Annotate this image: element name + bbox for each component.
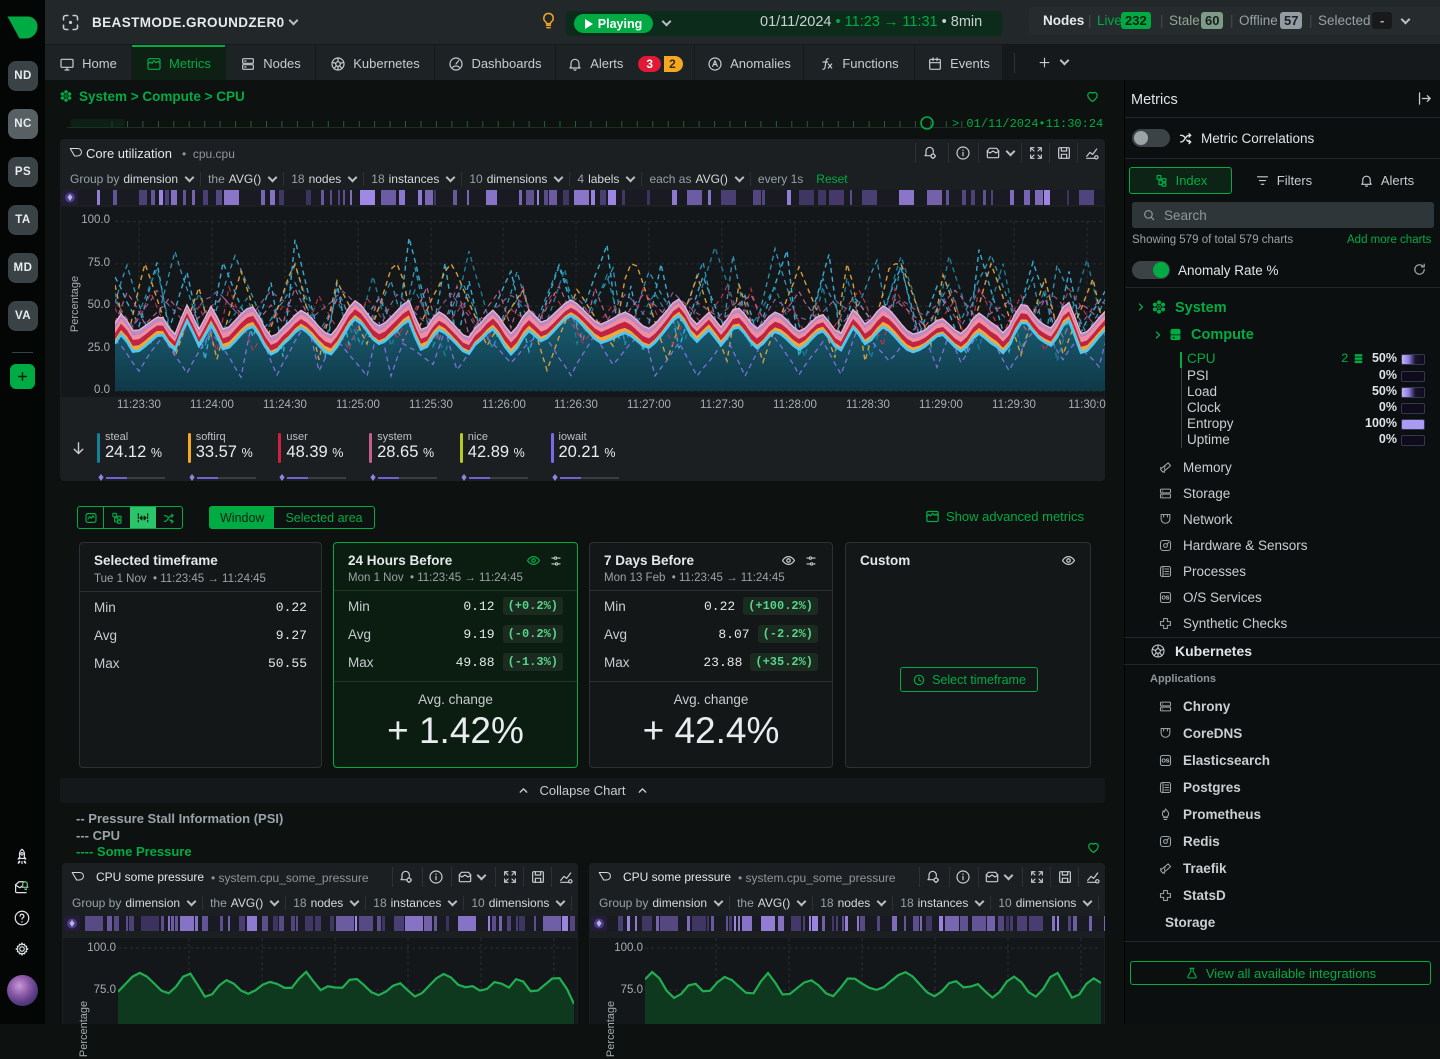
svg-text:OS: OS: [1161, 596, 1169, 602]
svg-text:OS: OS: [1161, 759, 1169, 765]
